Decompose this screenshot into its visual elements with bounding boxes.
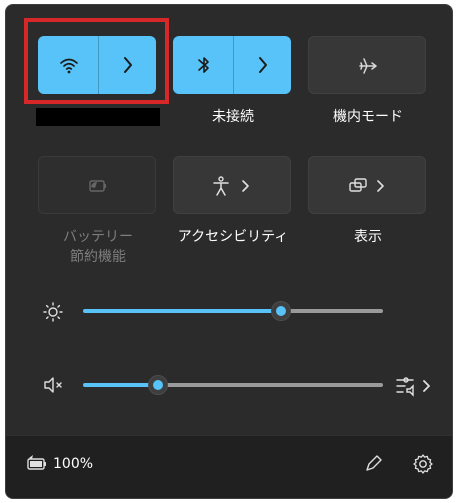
- volume-slider-thumb[interactable]: [148, 375, 168, 395]
- battery-icon[interactable]: [24, 454, 50, 474]
- volume-muted-icon[interactable]: [42, 376, 66, 394]
- battery-saver-tile[interactable]: [38, 156, 156, 214]
- gear-icon[interactable]: [411, 452, 435, 476]
- volume-slider-remaining-track[interactable]: [164, 383, 383, 387]
- chevron-right-icon[interactable]: [257, 55, 269, 75]
- audio-output-icon[interactable]: [395, 374, 431, 398]
- display-tile[interactable]: [308, 156, 426, 214]
- accessibility-tile[interactable]: [173, 156, 291, 214]
- pencil-icon[interactable]: [362, 453, 384, 475]
- brightness-icon: [43, 302, 63, 322]
- chevron-right-icon[interactable]: [241, 178, 251, 194]
- chevron-right-icon[interactable]: [376, 178, 386, 194]
- accessibility-label: アクセシビリティ: [177, 229, 289, 245]
- highlight-rectangle: [24, 18, 169, 104]
- airplane-mode-tile[interactable]: [308, 36, 426, 94]
- brightness-slider-filled-track[interactable]: [83, 309, 275, 313]
- battery-percentage: 100%: [53, 456, 94, 472]
- brightness-slider-thumb[interactable]: [271, 301, 291, 321]
- bluetooth-tile-divider: [233, 36, 234, 94]
- accessibility-icon: [213, 176, 229, 196]
- bluetooth-tile[interactable]: [173, 36, 291, 94]
- redaction-bar: [36, 108, 160, 126]
- volume-slider-filled-track[interactable]: [83, 383, 152, 387]
- battery-saver-label-line2: 節約機能: [70, 249, 126, 265]
- display-label: 表示: [354, 229, 382, 245]
- battery-saver-icon: [89, 180, 106, 192]
- bluetooth-icon[interactable]: [196, 53, 212, 77]
- battery-saver-label-line1: バッテリー: [63, 229, 133, 245]
- airplane-mode-label: 機内モード: [333, 109, 403, 125]
- display-icon: [349, 178, 367, 192]
- airplane-icon: [359, 58, 377, 74]
- quick-settings-footer: 100%: [6, 435, 452, 498]
- brightness-slider-remaining-track[interactable]: [287, 309, 383, 313]
- bluetooth-label: 未接続: [212, 109, 254, 125]
